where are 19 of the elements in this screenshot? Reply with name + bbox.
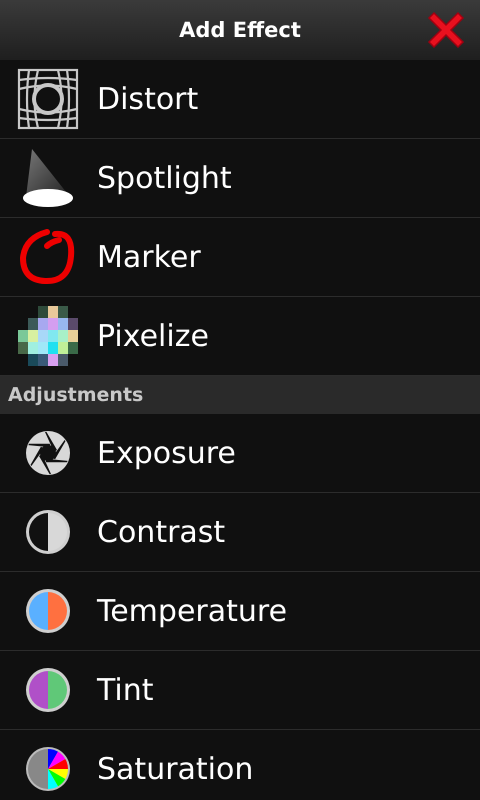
close-icon bbox=[426, 10, 466, 50]
grid-distortion-icon bbox=[16, 68, 78, 130]
color-wheel-icon bbox=[24, 746, 70, 792]
aperture-icon bbox=[24, 430, 70, 476]
effect-item[interactable]: Distort bbox=[0, 60, 480, 139]
half-circle-icon bbox=[24, 588, 70, 634]
effect-item[interactable]: Contrast bbox=[0, 493, 480, 572]
dialog-title: Add Effect bbox=[179, 18, 301, 42]
close-button[interactable] bbox=[426, 10, 466, 50]
effect-item[interactable]: Spotlight bbox=[0, 139, 480, 218]
half-circle-icon bbox=[24, 509, 70, 555]
effect-item[interactable]: Saturation bbox=[0, 730, 480, 800]
effect-item[interactable]: Marker bbox=[0, 218, 480, 297]
section-title: Adjustments bbox=[8, 384, 144, 406]
effect-item[interactable]: Temperature bbox=[0, 572, 480, 651]
effect-item[interactable]: Exposure bbox=[0, 414, 480, 493]
effect-item[interactable]: Tint bbox=[0, 651, 480, 730]
pixel-mosaic-icon bbox=[18, 306, 78, 366]
half-circle-icon bbox=[24, 667, 70, 713]
